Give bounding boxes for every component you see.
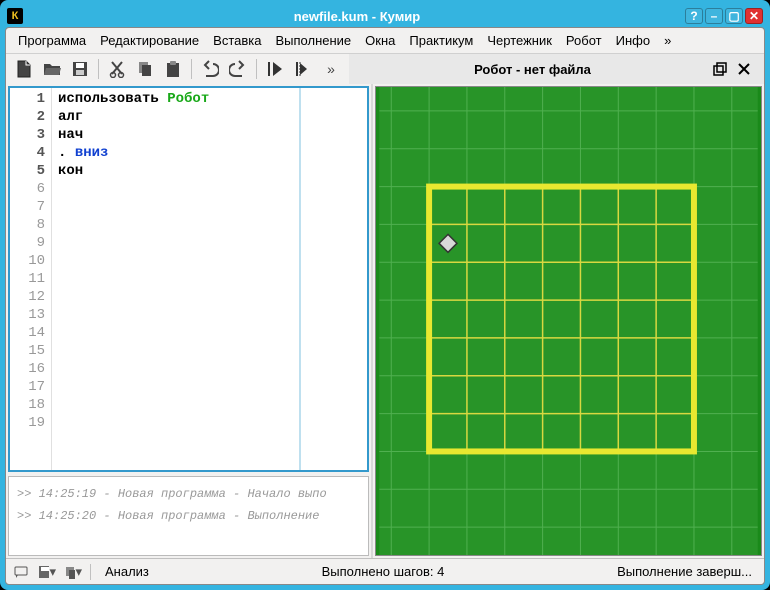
code-line[interactable] (58, 180, 361, 198)
menubar: Программа Редактирование Вставка Выполне… (6, 28, 764, 54)
code-line[interactable]: алг (58, 108, 361, 126)
status-copy-icon[interactable]: ▾ (64, 563, 82, 581)
copy-button[interactable] (133, 57, 157, 81)
menu-insert[interactable]: Вставка (207, 31, 267, 50)
save-file-button[interactable] (68, 57, 92, 81)
menu-program[interactable]: Программа (12, 31, 92, 50)
menu-more[interactable]: » (658, 31, 677, 50)
window-context-button[interactable]: ? (685, 8, 703, 24)
new-file-button[interactable] (12, 57, 36, 81)
toolbar-more[interactable]: » (319, 57, 343, 81)
code-line[interactable] (58, 198, 361, 216)
undo-button[interactable] (198, 57, 222, 81)
menu-practicum[interactable]: Практикум (403, 31, 479, 50)
menu-windows[interactable]: Окна (359, 31, 401, 50)
run-button[interactable] (263, 57, 287, 81)
code-line[interactable]: нач (58, 126, 361, 144)
code-line[interactable]: . вниз (58, 144, 361, 162)
output-console[interactable]: >> 14:25:19 - Новая программа - Начало в… (8, 476, 369, 556)
code-line[interactable] (58, 324, 361, 342)
paste-button[interactable] (161, 57, 185, 81)
menu-drawer[interactable]: Чертежник (481, 31, 558, 50)
redo-button[interactable] (226, 57, 250, 81)
code-line[interactable] (58, 396, 361, 414)
menu-run[interactable]: Выполнение (269, 31, 357, 50)
statusbar: ▾ ▾ Анализ Выполнено шагов: 4 Выполнение… (6, 558, 764, 584)
status-analysis: Анализ (99, 564, 155, 579)
menu-robot[interactable]: Робот (560, 31, 608, 50)
menu-edit[interactable]: Редактирование (94, 31, 205, 50)
status-steps: Выполнено шагов: 4 (316, 564, 451, 579)
code-line[interactable] (58, 216, 361, 234)
code-editor[interactable]: 12345678910111213141516171819 использова… (8, 86, 369, 472)
step-button[interactable] (291, 57, 315, 81)
code-line[interactable] (58, 252, 361, 270)
code-line[interactable] (58, 414, 361, 432)
window-minimize-button[interactable]: – (705, 8, 723, 24)
console-line: >> 14:25:19 - Новая программа - Начало в… (17, 483, 360, 505)
line-gutter: 12345678910111213141516171819 (10, 88, 52, 470)
code-line[interactable]: использовать Робот (58, 90, 361, 108)
open-file-button[interactable] (40, 57, 64, 81)
code-line[interactable] (58, 342, 361, 360)
robot-close-button[interactable] (732, 57, 756, 81)
window-close-button[interactable]: ✕ (745, 8, 763, 24)
menu-info[interactable]: Инфо (610, 31, 656, 50)
app-icon: К (7, 8, 23, 24)
main-toolbar: » (6, 54, 349, 84)
code-line[interactable] (58, 360, 361, 378)
code-area[interactable]: использовать Роботалгнач. внизкон (52, 88, 367, 470)
status-message-icon[interactable] (12, 563, 30, 581)
titlebar: К newfile.kum - Кумир ? – ▢ ✕ (5, 5, 765, 27)
code-line[interactable] (58, 378, 361, 396)
cut-button[interactable] (105, 57, 129, 81)
code-line[interactable] (58, 270, 361, 288)
status-state: Выполнение заверш... (611, 564, 758, 579)
robot-panel-title: Робот - нет файла (357, 62, 708, 77)
code-line[interactable] (58, 234, 361, 252)
robot-field[interactable] (375, 86, 762, 556)
robot-panel-titlebar: Робот - нет файла (349, 54, 764, 84)
console-line: >> 14:25:20 - Новая программа - Выполнен… (17, 505, 360, 527)
robot-grid (376, 87, 761, 555)
robot-undock-button[interactable] (708, 57, 732, 81)
code-line[interactable]: кон (58, 162, 361, 180)
code-line[interactable] (58, 288, 361, 306)
editor-margin-line (299, 88, 301, 470)
code-line[interactable] (58, 306, 361, 324)
window-title: newfile.kum - Кумир (31, 9, 683, 24)
window-maximize-button[interactable]: ▢ (725, 8, 743, 24)
status-save-icon[interactable]: ▾ (38, 563, 56, 581)
